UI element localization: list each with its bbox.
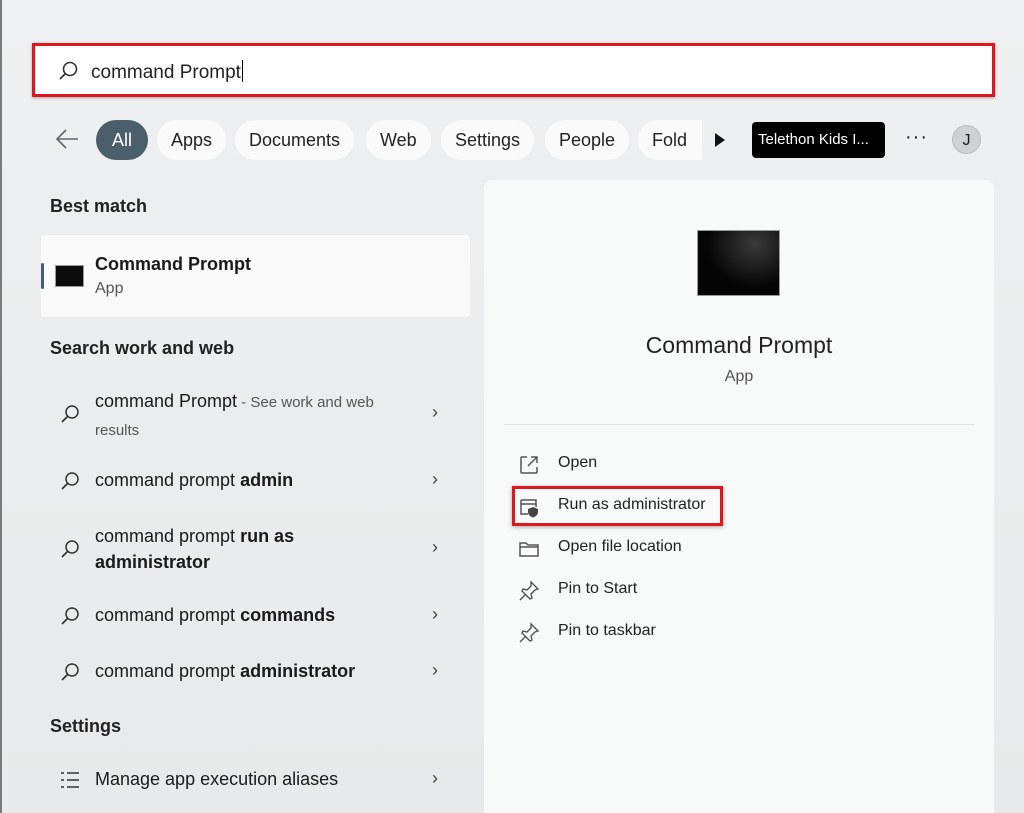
filter-apps[interactable]: Apps bbox=[157, 120, 227, 160]
filter-people[interactable]: People bbox=[545, 120, 630, 160]
pin-icon bbox=[519, 622, 540, 643]
filter-all[interactable]: All bbox=[96, 120, 148, 160]
best-match-item[interactable]: Command Prompt App bbox=[41, 235, 470, 317]
search-icon bbox=[59, 61, 78, 80]
chevron-right-icon: › bbox=[432, 768, 438, 788]
search-icon bbox=[61, 540, 79, 558]
scroll-right-icon[interactable] bbox=[715, 133, 725, 147]
chevron-right-icon: › bbox=[432, 660, 438, 680]
best-match-subtitle: App bbox=[95, 280, 124, 297]
selection-indicator bbox=[41, 263, 44, 289]
item-text: command Prompt bbox=[95, 391, 238, 411]
item-text: command prompt bbox=[95, 605, 241, 625]
list-item[interactable]: command prompt commands › bbox=[42, 602, 470, 632]
search-icon bbox=[61, 472, 79, 490]
settings-heading: Settings bbox=[50, 716, 122, 736]
list-item[interactable]: command Prompt - See work and web result… bbox=[42, 388, 470, 444]
search-window: command Prompt All Apps Documents Web Se… bbox=[0, 0, 1024, 813]
search-icon bbox=[61, 663, 79, 681]
list-item[interactable]: command prompt administrator › bbox=[42, 658, 470, 688]
open-external-icon bbox=[520, 456, 538, 474]
item-bold-text: admin bbox=[240, 470, 294, 490]
filter-documents[interactable]: Documents bbox=[235, 120, 355, 160]
folder-icon bbox=[519, 542, 539, 557]
item-bold-text: commands bbox=[240, 605, 336, 625]
best-match-title: Command Prompt bbox=[95, 254, 252, 274]
search-icon bbox=[61, 405, 79, 423]
command-prompt-icon bbox=[55, 265, 84, 287]
list-item[interactable]: command prompt run as administrator › bbox=[42, 523, 470, 577]
filter-settings[interactable]: Settings bbox=[441, 120, 535, 160]
chevron-right-icon: › bbox=[432, 402, 438, 422]
chevron-right-icon: › bbox=[432, 469, 438, 489]
action-label: Pin to taskbar bbox=[558, 622, 656, 639]
search-input[interactable]: command Prompt bbox=[91, 60, 243, 84]
list-item[interactable]: command prompt admin › bbox=[42, 467, 470, 497]
action-label: Open bbox=[558, 454, 598, 471]
action-label: Open file location bbox=[558, 538, 682, 555]
filter-web[interactable]: Web bbox=[366, 120, 431, 160]
best-match-heading: Best match bbox=[50, 196, 148, 216]
search-icon bbox=[61, 607, 79, 625]
search-web-heading: Search work and web bbox=[50, 338, 235, 358]
more-options-icon[interactable]: ··· bbox=[905, 126, 928, 149]
command-prompt-large-icon bbox=[697, 230, 780, 296]
organization-button[interactable]: Telethon Kids I... bbox=[752, 122, 885, 158]
back-arrow-icon[interactable] bbox=[54, 126, 80, 152]
action-label: Pin to Start bbox=[558, 580, 638, 597]
pin-icon bbox=[519, 580, 540, 601]
list-icon bbox=[61, 772, 79, 788]
filter-folders[interactable]: Fold bbox=[638, 120, 702, 160]
item-text: command prompt bbox=[95, 661, 241, 681]
item-text: command prompt bbox=[95, 526, 241, 546]
detail-subtitle: App bbox=[724, 368, 754, 385]
chevron-right-icon: › bbox=[432, 604, 438, 624]
search-box[interactable]: command Prompt bbox=[32, 43, 995, 97]
item-text: command prompt bbox=[95, 470, 241, 490]
settings-item[interactable]: Manage app execution aliases › bbox=[42, 766, 470, 796]
item-text: Manage app execution aliases bbox=[95, 769, 339, 789]
divider bbox=[504, 424, 974, 425]
item-bold-text: administrator bbox=[240, 661, 356, 681]
chevron-right-icon: › bbox=[432, 537, 438, 557]
highlight-box bbox=[512, 486, 723, 526]
avatar[interactable]: J bbox=[952, 125, 981, 154]
detail-title: Command Prompt bbox=[645, 332, 833, 358]
